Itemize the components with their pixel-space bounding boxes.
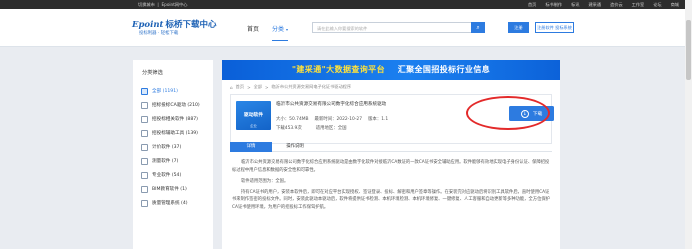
category-label: 计价软件 (37) <box>152 145 182 150</box>
breadcrumb-all[interactable]: 全部 <box>254 84 262 90</box>
top-link[interactable]: 标讯 <box>571 2 579 8</box>
logo-subtitle: 投标利器 · 轻松下载 <box>139 31 179 36</box>
search-input[interactable]: 请在此输入你要搜索的软件 <box>312 22 472 33</box>
category-label: 招投标相关软件 (887) <box>152 117 198 122</box>
software-meta-2: 下载453.9次 适用地区：全国 <box>276 125 347 131</box>
category-label: 质量管理系统 (4) <box>152 201 188 206</box>
category-label: BIM教育软件 (1) <box>152 187 187 192</box>
nav-home[interactable]: 首页 <box>247 24 259 33</box>
software-version: 版本：1.1 <box>368 117 389 122</box>
register-button[interactable]: 注册 <box>508 22 529 33</box>
switch-city-link[interactable]: 切换城市 <box>138 2 155 7</box>
top-link[interactable]: 标书制作 <box>545 2 562 8</box>
top-link[interactable]: 工作室 <box>632 2 645 8</box>
description-paragraph: 软件适用范围为：全国。 <box>241 178 289 184</box>
nav-category-label: 分类 <box>272 26 285 33</box>
thumbnail-title: 驱动软件 <box>243 113 264 118</box>
category-item[interactable]: 招投标相关软件 (887) <box>141 112 211 126</box>
logo-brand: Epoint <box>132 20 164 30</box>
top-link[interactable]: 建采通 <box>588 2 601 8</box>
login-button[interactable]: 注册软件 投标系统 <box>535 22 574 33</box>
software-size: 大小：50.74MB <box>276 117 309 122</box>
software-thumbnail: 驱动软件 企业 <box>236 101 271 130</box>
description-paragraph: 持有CA证书的用户，安装本软件后，即可在对应平台实现授权、签证登录、投标、解密和… <box>232 189 550 210</box>
category-item[interactable]: 测量软件 (7) <box>141 154 211 168</box>
quality-icon <box>141 199 148 207</box>
chevron-down-icon: ▾ <box>285 27 288 32</box>
breadcrumb-separator: > <box>247 84 251 90</box>
top-bar-left: 切换城市 | Epoint网中心 <box>138 2 188 7</box>
software-meta: 大小：50.74MB 最新时间：2022-10-27 版本：1.1 <box>276 116 388 122</box>
logo-title: 标桥下载中心 <box>165 20 217 30</box>
category-item[interactable]: 专业软件 (54) <box>141 168 211 182</box>
tools-icon <box>141 129 148 137</box>
breadcrumb-current: 临沂市公共资源交易网电子化证书驱动程序 <box>271 84 352 89</box>
category-label: 专业软件 (54) <box>152 173 182 178</box>
software-date: 最新时间：2022-10-27 <box>314 117 363 122</box>
breadcrumb-home[interactable]: 首页 <box>236 84 244 90</box>
nav-category[interactable]: 分类 ▾ <box>272 24 288 41</box>
breadcrumb-separator: > <box>264 84 269 90</box>
category-item[interactable]: BIM教育软件 (1) <box>141 182 211 196</box>
category-label: 招标投标CA驱动 (210) <box>152 103 200 108</box>
ca-driver-icon <box>141 101 148 109</box>
main-content: "建采通"大数据查询平台 汇聚全国招投标行业信息 ⌂ 首页 > 全部 > 临沂市… <box>222 60 560 249</box>
software-scope: 适用地区：全国 <box>315 126 347 131</box>
site-header: Epoint 标桥下载中心 投标利器 · 轻松下载 首页 分类 ▾ 请在此输入你要… <box>0 9 692 47</box>
software-icon <box>141 115 148 123</box>
page-scrollbar[interactable] <box>685 0 692 249</box>
search-button[interactable]: ⌕ <box>471 22 485 33</box>
professional-icon <box>141 171 148 179</box>
top-link[interactable]: 造价云 <box>610 2 623 8</box>
thumbnail-subtitle: 企业 <box>250 124 257 128</box>
category-item-all[interactable]: 全部 (1191) <box>141 84 211 98</box>
tab-details[interactable]: 详情 <box>230 142 272 152</box>
category-item[interactable]: 质量管理系统 (4) <box>141 196 211 210</box>
category-label: 全部 (1191) <box>152 89 178 94</box>
top-link[interactable]: 商城 <box>671 2 679 8</box>
description-paragraph: 临沂市公共资源交易有限公司数字化综合应用系统驱动是由数字化软件对接临沂CA数证的… <box>232 160 550 173</box>
sidebar-title: 分类筛选 <box>142 70 163 76</box>
category-label: 招投标辅助工具 (139) <box>152 131 198 136</box>
scrollbar-thumb[interactable] <box>686 20 691 80</box>
grid-icon <box>141 87 148 95</box>
search-icon: ⌕ <box>476 24 480 31</box>
promo-banner[interactable]: "建采通"大数据查询平台 汇聚全国招投标行业信息 <box>222 60 560 80</box>
education-icon <box>141 185 148 193</box>
calculator-icon <box>141 143 148 151</box>
software-downloads: 下载453.9次 <box>276 126 302 131</box>
tab-instructions[interactable]: 操作说明 <box>274 142 316 152</box>
location-icon: ⌂ <box>230 84 233 90</box>
detail-tabs: 详情 操作说明 <box>230 142 552 152</box>
software-name: 临沂市公共资源交易有限公司数字化综合应用系统驱动 <box>276 102 387 107</box>
category-item[interactable]: 招标投标CA驱动 (210) <box>141 98 211 112</box>
top-link[interactable]: 首页 <box>528 2 536 8</box>
category-list: 全部 (1191) 招标投标CA驱动 (210) 招投标相关软件 (887) 招… <box>141 84 211 210</box>
software-description: 临沂市公共资源交易有限公司数字化综合应用系统驱动是由数字化软件对接临沂CA数证的… <box>232 159 550 215</box>
category-item[interactable]: 计价软件 (37) <box>141 140 211 154</box>
site-center-link[interactable]: Epoint网中心 <box>162 2 188 7</box>
site-logo[interactable]: Epoint 标桥下载中心 投标利器 · 轻松下载 <box>132 18 217 36</box>
top-bar-links: 首页 标书制作 标讯 建采通 造价云 工作室 论坛 商城 <box>528 2 679 8</box>
category-sidebar: 分类筛选 全部 (1191) 招标投标CA驱动 (210) 招投标相关软件 (8… <box>133 60 213 249</box>
measure-icon <box>141 157 148 165</box>
category-item[interactable]: 招投标辅助工具 (139) <box>141 126 211 140</box>
top-bar: 切换城市 | Epoint网中心 首页 标书制作 标讯 建采通 造价云 工作室 … <box>0 0 692 9</box>
top-link[interactable]: 论坛 <box>653 2 661 8</box>
banner-highlight: "建采通"大数据查询平台 <box>291 65 385 74</box>
highlight-annotation <box>466 96 550 130</box>
category-label: 测量软件 (7) <box>152 159 179 164</box>
banner-text: 汇聚全国招投标行业信息 <box>397 65 491 74</box>
banner-slogan: "建采通"大数据查询平台 汇聚全国招投标行业信息 <box>222 64 560 75</box>
breadcrumb: ⌂ 首页 > 全部 > 临沂市公共资源交易网电子化证书驱动程序 <box>230 84 351 90</box>
